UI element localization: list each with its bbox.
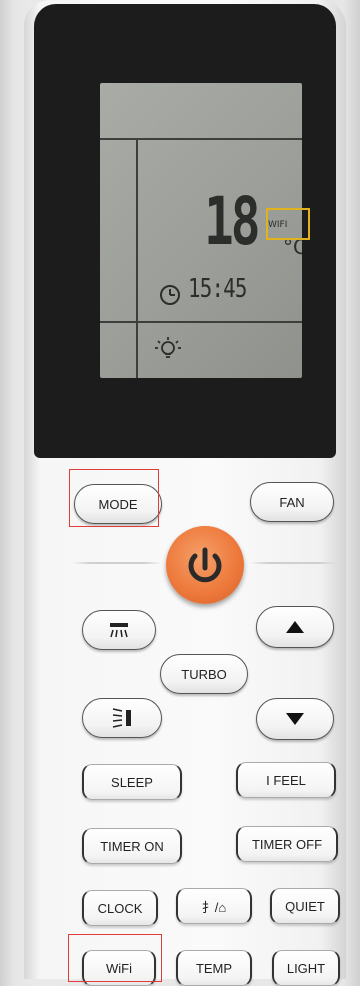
temperature-readout: 18 [204, 183, 261, 260]
swing-vertical-button[interactable] [82, 610, 156, 650]
swing-vertical-icon [110, 623, 128, 638]
clock-button[interactable]: CLOCK [82, 890, 158, 926]
lcd-divider-vertical [136, 138, 138, 378]
i-feel-button[interactable]: I FEEL [236, 762, 336, 798]
wifi-button-highlight [68, 934, 162, 982]
wifi-indicator-highlight [266, 208, 310, 240]
temp-up-button[interactable] [256, 606, 334, 648]
sleep-button-label: SLEEP [111, 774, 153, 790]
light-button[interactable]: LIGHT [272, 950, 340, 986]
temp-button-label: TEMP [195, 960, 233, 976]
fan-button[interactable]: FAN [250, 482, 334, 522]
light-bulb-icon [155, 337, 181, 358]
mode-button-highlight [69, 469, 159, 527]
fan-button-label: FAN [279, 494, 305, 510]
swing-horizontal-icon [112, 708, 131, 728]
lcd-divider-bottom [100, 321, 302, 323]
clock-time: 15:45 [188, 274, 247, 304]
clock-button-label: CLOCK [97, 900, 143, 916]
power-button[interactable] [166, 526, 244, 604]
quiet-button[interactable]: QUIET [270, 888, 340, 924]
health-button-label: ⺘/⌂ [201, 899, 227, 915]
triangle-up-icon [286, 621, 304, 633]
timer-off-button[interactable]: TIMER OFF [236, 826, 338, 862]
health-button[interactable]: ⺘/⌂ [176, 888, 252, 924]
turbo-button[interactable]: TURBO [160, 654, 248, 694]
i-feel-button-label: I FEEL [266, 772, 306, 788]
temp-down-button[interactable] [256, 698, 334, 740]
light-button-label: LIGHT [286, 960, 326, 976]
swing-horizontal-button[interactable] [82, 698, 162, 738]
sleep-button[interactable]: SLEEP [82, 764, 182, 800]
lcd-divider-top [100, 138, 302, 140]
timer-off-button-label: TIMER OFF [251, 836, 323, 852]
quiet-button-label: QUIET [285, 898, 325, 914]
groove-right [250, 562, 338, 564]
temp-button[interactable]: TEMP [176, 950, 252, 986]
turbo-button-label: TURBO [181, 666, 227, 682]
clock-icon [160, 285, 180, 305]
timer-on-button[interactable]: TIMER ON [82, 828, 182, 864]
triangle-down-icon [286, 713, 304, 725]
groove-left [72, 562, 162, 564]
power-icon [188, 547, 222, 583]
timer-on-button-label: TIMER ON [100, 838, 164, 854]
